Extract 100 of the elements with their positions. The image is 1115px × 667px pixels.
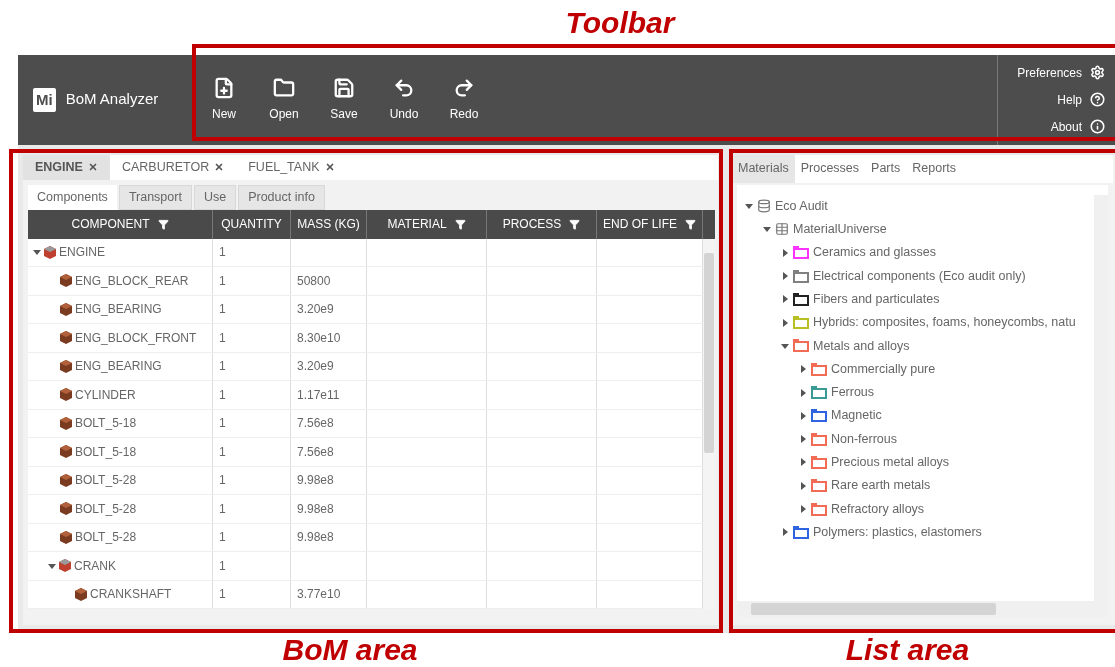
component-name: BOLT_5-18 <box>75 443 137 461</box>
component-name: ENG_BLOCK_REAR <box>75 272 189 290</box>
component-name: BOLT_5-28 <box>75 472 137 490</box>
expand-caret-icon[interactable] <box>781 528 789 537</box>
view-tab[interactable]: Use <box>193 184 237 210</box>
tree-item[interactable]: Metals and alloys <box>813 336 910 356</box>
tree-item[interactable]: Hybrids: composites, foams, honeycombs, natu <box>813 313 1076 332</box>
tree-item[interactable]: Refractory alloys <box>831 499 925 519</box>
table-cell: 1.17e11 <box>291 381 367 409</box>
table-cell: 1 <box>213 381 291 409</box>
toolbar-button[interactable]: Undo <box>384 76 424 123</box>
expand-caret-icon[interactable] <box>799 365 807 374</box>
table-cell: 3.20e9 <box>291 295 367 323</box>
component-name: ENGINE <box>59 244 105 262</box>
expand-caret-icon[interactable] <box>799 458 807 467</box>
annotation-label: Toolbar <box>565 8 675 39</box>
column-header[interactable]: COMPONENT <box>28 209 213 239</box>
document-tab[interactable]: FUEL_TANK <box>236 154 347 180</box>
table-cell: 1 <box>213 267 291 295</box>
tree-item[interactable]: Non-ferrous <box>831 429 897 449</box>
table-cell: 3.20e9 <box>291 352 367 380</box>
collapse-caret-icon[interactable] <box>763 225 771 234</box>
expand-caret-icon[interactable] <box>781 295 789 304</box>
column-header[interactable]: MASS (KG) <box>291 209 367 239</box>
cube-icon <box>60 331 72 345</box>
cube-icon <box>59 559 71 573</box>
collapse-caret-icon[interactable] <box>48 561 56 570</box>
component-name: ENG_BEARING <box>75 301 162 319</box>
collapse-caret-icon[interactable] <box>745 202 753 211</box>
tree-item[interactable]: Ceramics and glasses <box>813 243 936 263</box>
tree-item[interactable]: Fibers and particulates <box>813 289 940 309</box>
expand-caret-icon[interactable] <box>781 318 789 327</box>
table-cell: 9.98e8 <box>291 466 367 494</box>
tree-item[interactable]: Commercially pure <box>831 359 936 379</box>
tree-item[interactable]: Ferrous <box>831 383 875 402</box>
cube-icon <box>60 530 72 544</box>
database-icon <box>757 199 771 214</box>
tree-item[interactable]: Precious metal alloys <box>831 453 950 472</box>
toolbar-button[interactable]: Save <box>324 76 364 123</box>
annotation-label: BoM area <box>282 635 418 666</box>
filter-icon <box>454 218 466 230</box>
collapse-caret-icon[interactable] <box>33 248 41 257</box>
list-tab[interactable]: Parts <box>865 154 907 183</box>
expand-caret-icon[interactable] <box>799 388 807 397</box>
app-title: BoM Analyzer <box>65 89 159 110</box>
table-cell: 7.56e8 <box>291 409 367 437</box>
tree-item[interactable]: Rare earth metals <box>831 476 931 496</box>
expand-caret-icon[interactable] <box>781 248 789 257</box>
table-cell: 50800 <box>291 267 367 295</box>
cube-icon <box>60 416 72 430</box>
tree-item[interactable]: MaterialUniverse <box>793 220 887 239</box>
toolbar-button[interactable]: Redo <box>444 76 484 123</box>
cube-icon <box>44 245 56 259</box>
vertical-scrollbar[interactable] <box>703 238 715 609</box>
close-icon <box>324 162 335 172</box>
column-header[interactable]: PROCESS <box>487 209 597 239</box>
column-header[interactable]: QUANTITY <box>213 209 291 239</box>
table-cell: 9.98e8 <box>291 495 367 523</box>
column-header[interactable]: MATERIAL <box>367 209 487 239</box>
table-cell: 1 <box>213 495 291 523</box>
table-cell: 1 <box>213 238 291 266</box>
table-cell: 1 <box>213 580 291 608</box>
cube-icon <box>75 587 87 601</box>
toolbar-button[interactable]: New <box>204 76 244 123</box>
table-cell: 7.56e8 <box>291 438 367 466</box>
view-tab[interactable]: Components <box>28 184 117 210</box>
list-tab[interactable]: Processes <box>794 154 866 183</box>
expand-caret-icon[interactable] <box>799 481 807 490</box>
table-cell: 1 <box>213 324 291 352</box>
menu-link[interactable]: About <box>998 117 1105 136</box>
component-name: BOLT_5-18 <box>75 415 137 433</box>
toolbar-button[interactable]: Open <box>264 76 304 123</box>
column-header[interactable]: END OF LIFE <box>597 209 703 239</box>
table-cell: 1 <box>213 409 291 437</box>
close-icon <box>214 162 225 172</box>
list-tab[interactable]: Materials <box>732 154 795 183</box>
component-name: BOLT_5-28 <box>75 500 137 518</box>
annotation-label: List area <box>845 635 970 666</box>
expand-caret-icon[interactable] <box>799 505 807 513</box>
document-tab[interactable]: CARBURETOR <box>109 154 237 180</box>
expand-caret-icon[interactable] <box>781 272 789 281</box>
tree-item[interactable]: Eco Audit <box>775 196 828 216</box>
document-tab[interactable]: ENGINE <box>23 154 110 180</box>
filter-icon <box>569 218 581 230</box>
filter-icon <box>685 218 696 230</box>
menu-link[interactable]: Help <box>998 90 1105 109</box>
preferences-icon <box>1090 65 1105 80</box>
list-tab[interactable]: Reports <box>906 154 963 183</box>
tree-item[interactable]: Magnetic <box>831 406 882 426</box>
view-tab[interactable]: Transport <box>118 184 192 210</box>
table-cell: 1 <box>213 295 291 323</box>
filter-icon <box>157 218 169 230</box>
close-icon <box>87 162 98 172</box>
expand-caret-icon[interactable] <box>799 435 807 444</box>
view-tab[interactable]: Product info <box>238 184 325 210</box>
collapse-caret-icon[interactable] <box>781 341 789 350</box>
tree-item[interactable]: Polymers: plastics, elastomers <box>813 522 982 542</box>
tree-item[interactable]: Electrical components (Eco audit only) <box>813 266 1026 286</box>
expand-caret-icon[interactable] <box>799 411 807 420</box>
menu-link[interactable]: Preferences <box>998 63 1105 82</box>
